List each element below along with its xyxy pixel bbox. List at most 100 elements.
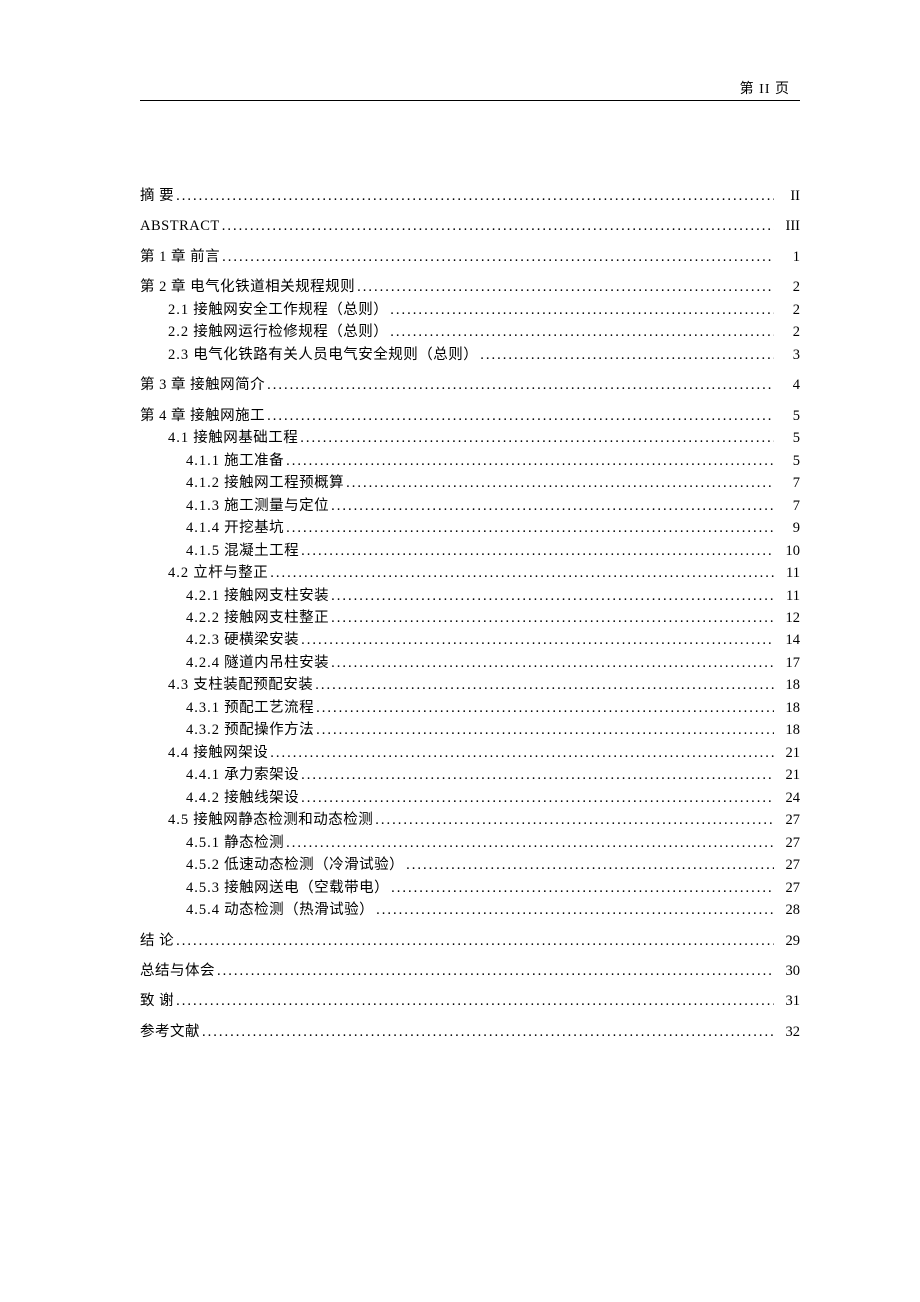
toc-entry[interactable]: 4.1 接触网基础工程 5 xyxy=(168,427,800,449)
toc-entry-page: 27 xyxy=(776,877,800,899)
toc-entry[interactable]: 4.1.1 施工准备 5 xyxy=(186,450,800,472)
toc-entry[interactable]: 4.2.3 硬横梁安装 14 xyxy=(186,629,800,651)
toc-entry-title: 第 1 章 前言 xyxy=(140,246,220,268)
toc-entry-page: 5 xyxy=(776,405,800,427)
page-header: 第 II 页 xyxy=(140,78,800,98)
toc-entry-title: 4.5.1 静态检测 xyxy=(186,832,284,854)
leader-dots xyxy=(267,374,774,396)
leader-dots xyxy=(300,427,774,449)
toc-entry[interactable]: 2.3 电气化铁路有关人员电气安全规则（总则） 3 xyxy=(168,344,800,366)
toc-entry[interactable]: 4.4.2 接触线架设 24 xyxy=(186,787,800,809)
leader-dots xyxy=(331,495,774,517)
toc-chapter: 致 谢 31 xyxy=(140,990,800,1012)
toc-entry[interactable]: 4.5.1 静态检测 27 xyxy=(186,832,800,854)
toc-entry-title: 4.5.3 接触网送电（空载带电） xyxy=(186,877,389,899)
toc-entry-page: 18 xyxy=(776,719,800,741)
toc-entry-title: 4.1.5 混凝土工程 xyxy=(186,540,299,562)
toc-entry-title: 4.5.4 动态检测（热滑试验） xyxy=(186,899,374,921)
toc-chapter: 结 论 29 xyxy=(140,930,800,952)
toc-entry[interactable]: 4.4.1 承力索架设 21 xyxy=(186,764,800,786)
toc-chapter: 第 2 章 电气化铁道相关规程规则 2 2.1 接触网安全工作规程（总则） 2 … xyxy=(140,276,800,366)
leader-dots xyxy=(331,652,774,674)
toc-entry-page: 2 xyxy=(776,321,800,343)
toc-entry[interactable]: 4.1.2 接触网工程预概算 7 xyxy=(186,472,800,494)
toc-chapter: 第 3 章 接触网简介 4 xyxy=(140,374,800,396)
toc-entry-title: 总结与体会 xyxy=(140,960,215,982)
toc-entry-title: 4.3.1 预配工艺流程 xyxy=(186,697,314,719)
toc-entry-title: 4.1.3 施工测量与定位 xyxy=(186,495,329,517)
toc-entry-page: 2 xyxy=(776,299,800,321)
toc-entry[interactable]: 4.5 接触网静态检测和动态检测 27 xyxy=(168,809,800,831)
toc-entry[interactable]: 2.1 接触网安全工作规程（总则） 2 xyxy=(168,299,800,321)
toc-entry[interactable]: 4.1.4 开挖基坑 9 xyxy=(186,517,800,539)
leader-dots xyxy=(176,185,774,207)
toc-entry[interactable]: 4.2.2 接触网支柱整正 12 xyxy=(186,607,800,629)
toc-entry[interactable]: 第 1 章 前言 1 xyxy=(140,246,800,268)
toc-entry[interactable]: 结 论 29 xyxy=(140,930,800,952)
toc-entry[interactable]: 4.2.1 接触网支柱安装 11 xyxy=(186,585,800,607)
leader-dots xyxy=(357,276,774,298)
toc-entry[interactable]: 第 2 章 电气化铁道相关规程规则 2 xyxy=(140,276,800,298)
toc-entry[interactable]: 第 3 章 接触网简介 4 xyxy=(140,374,800,396)
toc-chapter: ABSTRACT III xyxy=(140,215,800,237)
toc-entry[interactable]: 致 谢 31 xyxy=(140,990,800,1012)
toc-entry-page: 31 xyxy=(776,990,800,1012)
leader-dots xyxy=(176,930,774,952)
toc-entry-title: 摘 要 xyxy=(140,185,174,207)
toc-entry-title: 4.2.4 隧道内吊柱安装 xyxy=(186,652,329,674)
toc-entry[interactable]: 4.5.2 低速动态检测（冷滑试验） 27 xyxy=(186,854,800,876)
toc-entry[interactable]: 2.2 接触网运行检修规程（总则） 2 xyxy=(168,321,800,343)
toc-entry-title: 4.1 接触网基础工程 xyxy=(168,427,298,449)
toc-entry-page: 29 xyxy=(776,930,800,952)
toc-entry[interactable]: 4.5.3 接触网送电（空载带电） 27 xyxy=(186,877,800,899)
toc-entry-page: III xyxy=(776,215,800,237)
toc-entry-title: 第 3 章 接触网简介 xyxy=(140,374,265,396)
toc-entry-page: 9 xyxy=(776,517,800,539)
leader-dots xyxy=(315,674,774,696)
toc-entry[interactable]: 参考文献 32 xyxy=(140,1021,800,1043)
toc-chapter: 第 1 章 前言 1 xyxy=(140,246,800,268)
toc-entry[interactable]: 第 4 章 接触网施工 5 xyxy=(140,405,800,427)
toc-entry[interactable]: 4.3.1 预配工艺流程 18 xyxy=(186,697,800,719)
toc-entry[interactable]: 4.1.3 施工测量与定位 7 xyxy=(186,495,800,517)
toc-entry[interactable]: 4.2.4 隧道内吊柱安装 17 xyxy=(186,652,800,674)
header-rule xyxy=(140,100,800,101)
toc-entry[interactable]: 4.3.2 预配操作方法 18 xyxy=(186,719,800,741)
toc-entry-title: 4.4 接触网架设 xyxy=(168,742,268,764)
toc-entry-title: 参考文献 xyxy=(140,1021,200,1043)
toc-entry-title: 4.2.1 接触网支柱安装 xyxy=(186,585,329,607)
toc-entry[interactable]: 4.4 接触网架设 21 xyxy=(168,742,800,764)
toc-entry-title: 4.1.4 开挖基坑 xyxy=(186,517,284,539)
leader-dots xyxy=(286,832,774,854)
leader-dots xyxy=(406,854,774,876)
toc-entry-page: 12 xyxy=(776,607,800,629)
toc-entry[interactable]: 4.1.5 混凝土工程 10 xyxy=(186,540,800,562)
toc-entry-page: II xyxy=(776,185,800,207)
toc-entry-title: 2.3 电气化铁路有关人员电气安全规则（总则） xyxy=(168,344,478,366)
leader-dots xyxy=(301,540,774,562)
toc-entry[interactable]: 摘 要 II xyxy=(140,185,800,207)
toc-entry-title: 4.4.1 承力索架设 xyxy=(186,764,299,786)
toc-entry-page: 7 xyxy=(776,472,800,494)
toc-entry-title: 4.3.2 预配操作方法 xyxy=(186,719,314,741)
leader-dots xyxy=(222,215,774,237)
toc-entry-page: 7 xyxy=(776,495,800,517)
toc-entry-title: 4.5 接触网静态检测和动态检测 xyxy=(168,809,373,831)
toc-entry-page: 30 xyxy=(776,960,800,982)
toc-entry[interactable]: 4.3 支柱装配预配安装 18 xyxy=(168,674,800,696)
toc-entry-page: 27 xyxy=(776,832,800,854)
toc-entry[interactable]: ABSTRACT III xyxy=(140,215,800,237)
page: 第 II 页 摘 要 II ABSTRACT III 第 1 章 前言 xyxy=(0,0,920,1107)
toc-entry-title: 4.3 支柱装配预配安装 xyxy=(168,674,313,696)
toc-chapter: 第 4 章 接触网施工 5 4.1 接触网基础工程 5 4.1.1 施工准备 5… xyxy=(140,405,800,922)
toc-entry-page: 3 xyxy=(776,344,800,366)
toc-entry-page: 1 xyxy=(776,246,800,268)
toc-entry-page: 32 xyxy=(776,1021,800,1043)
leader-dots xyxy=(375,809,774,831)
toc-entry-page: 18 xyxy=(776,674,800,696)
leader-dots xyxy=(376,899,774,921)
toc-entry[interactable]: 总结与体会 30 xyxy=(140,960,800,982)
toc-entry[interactable]: 4.5.4 动态检测（热滑试验） 28 xyxy=(186,899,800,921)
toc-entry-page: 11 xyxy=(776,562,800,584)
toc-entry[interactable]: 4.2 立杆与整正 11 xyxy=(168,562,800,584)
